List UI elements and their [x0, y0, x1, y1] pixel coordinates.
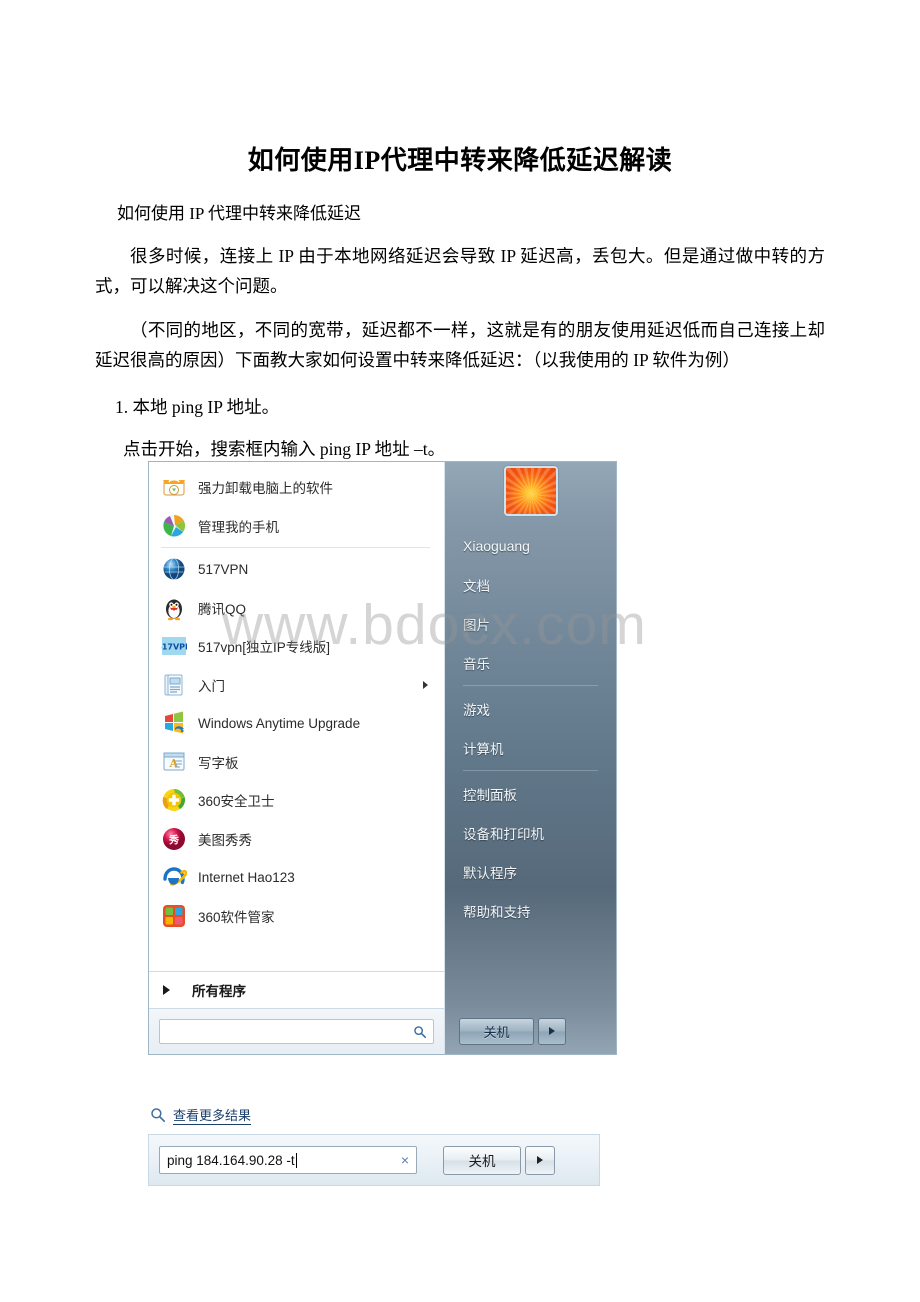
- getting-started-icon: [161, 672, 187, 698]
- program-item-getting-started[interactable]: 入门: [153, 666, 440, 705]
- chevron-right-icon: [163, 985, 170, 995]
- right-panel-divider: [463, 685, 598, 686]
- program-item-qq[interactable]: 腾讯QQ: [153, 589, 440, 628]
- step-1-heading: 1. 本地 ping IP 地址。: [115, 397, 280, 418]
- chevron-right-icon: [537, 1156, 543, 1164]
- step-1-detail: 点击开始，搜索框内输入 ping IP 地址 –t。: [123, 439, 446, 460]
- paragraph-1: 很多时候，连接上 IP 由于本地网络延迟会导致 IP 延迟高，丢包大。但是通过做…: [95, 245, 825, 296]
- shutdown-options-button[interactable]: [525, 1145, 555, 1175]
- document-subtitle: 如何使用 IP 代理中转来降低延迟: [117, 204, 361, 224]
- 517vpn-icon: 517VPN: [161, 633, 187, 659]
- program-item-phone-manager[interactable]: 管理我的手机: [153, 507, 440, 546]
- right-item-music[interactable]: 音乐: [463, 643, 616, 682]
- page-title: 如何使用IP代理中转来降低延迟解读: [247, 146, 673, 175]
- qq-penguin-icon: [161, 595, 187, 621]
- program-list: 强力卸载电脑上的软件 管理我的手机 517VPN 腾讯QQ 17VP 517vp…: [149, 462, 444, 971]
- shutdown-button[interactable]: 关机: [443, 1145, 521, 1175]
- program-item-517vpn[interactable]: 517VPN: [153, 550, 440, 589]
- program-item-meitu[interactable]: 秀 美图秀秀: [153, 820, 440, 859]
- right-item-devices-printers[interactable]: 设备和打印机: [463, 813, 616, 852]
- program-item-label: 517VPN: [198, 561, 249, 577]
- taskbar-search-strip: ping 184.164.90.28 -t × 关机: [148, 1134, 600, 1186]
- program-item-360-safe[interactable]: 360安全卫士: [153, 781, 440, 820]
- right-item-documents[interactable]: 文档: [463, 565, 616, 604]
- right-item-help-support[interactable]: 帮助和支持: [463, 891, 616, 930]
- program-item-label: 517vpn[独立IP专线版]: [198, 640, 331, 656]
- program-list-divider: [161, 547, 430, 548]
- program-item-wordpad[interactable]: A 写字板: [153, 743, 440, 782]
- right-panel-list: Xiaoguang 文档 图片 音乐 游戏 计算机 控制面板 设备和打印机 默认…: [445, 526, 616, 1008]
- program-item-uninstall[interactable]: 强力卸载电脑上的软件: [153, 468, 440, 507]
- program-item-label: 腾讯QQ: [198, 601, 247, 617]
- right-item-control-panel[interactable]: 控制面板: [463, 774, 616, 813]
- program-item-517vpn-dedicated[interactable]: 517VPN 517vpn[独立IP专线版]: [153, 627, 440, 666]
- right-panel-divider: [463, 770, 598, 771]
- start-menu-right-panel: Xiaoguang 文档 图片 音乐 游戏 计算机 控制面板 设备和打印机 默认…: [445, 462, 616, 1054]
- shutdown-options-button[interactable]: [538, 1017, 566, 1045]
- user-name[interactable]: Xiaoguang: [463, 526, 616, 565]
- internet-explorer-icon: [161, 864, 187, 890]
- svg-text:517VPN: 517VPN: [161, 643, 187, 652]
- wordpad-icon: A: [161, 749, 187, 775]
- program-item-label: 入门: [198, 678, 225, 694]
- search-icon: [150, 1107, 166, 1123]
- right-item-games[interactable]: 游戏: [463, 689, 616, 728]
- program-item-label: 强力卸载电脑上的软件: [198, 481, 333, 497]
- text-caret: [295, 1152, 297, 1168]
- page-root: 如何使用IP代理中转来降低延迟解读 如何使用 IP 代理中转来降低延迟 很多时候…: [0, 0, 920, 1302]
- search-icon: [413, 1025, 427, 1039]
- right-item-computer[interactable]: 计算机: [463, 728, 616, 767]
- chevron-right-icon: [423, 680, 428, 689]
- shutdown-button[interactable]: 关机: [459, 1017, 534, 1045]
- program-item-label: Windows Anytime Upgrade: [198, 715, 361, 731]
- phone-manager-icon: [161, 513, 187, 539]
- program-item-windows-anytime-upgrade[interactable]: Windows Anytime Upgrade: [153, 704, 440, 743]
- avatar[interactable]: [503, 466, 558, 516]
- program-item-360-software-manager[interactable]: 360软件管家: [153, 897, 440, 936]
- see-more-results-label: 查看更多结果: [173, 1105, 252, 1125]
- 360-safe-icon: [161, 787, 187, 813]
- 360-software-manager-icon: [161, 903, 187, 929]
- all-programs-button[interactable]: 所有程序: [149, 971, 444, 1008]
- all-programs-label: 所有程序: [192, 984, 246, 999]
- close-icon[interactable]: ×: [401, 1152, 409, 1168]
- program-item-label: Internet Hao123: [198, 869, 295, 885]
- ping-command-search-box[interactable]: ping 184.164.90.28 -t ×: [159, 1146, 417, 1174]
- see-more-results-link[interactable]: 查看更多结果: [150, 1105, 252, 1125]
- start-menu-screenshot: 强力卸载电脑上的软件 管理我的手机 517VPN 腾讯QQ 17VP 517vp…: [148, 461, 617, 1055]
- svg-text:秀: 秀: [168, 833, 179, 846]
- globe-icon: [161, 556, 187, 582]
- program-item-label: 360软件管家: [198, 909, 275, 925]
- start-menu-left-panel: 强力卸载电脑上的软件 管理我的手机 517VPN 腾讯QQ 17VP 517vp…: [149, 462, 445, 1054]
- program-item-label: 美图秀秀: [198, 832, 252, 848]
- program-item-internet-hao123[interactable]: Internet Hao123: [153, 858, 440, 897]
- paragraph-2: （不同的地区，不同的宽带，延迟都不一样，这就是有的朋友使用延迟低而自己连接上却延…: [95, 320, 825, 371]
- start-menu-search-area: [149, 1008, 444, 1054]
- program-item-label: 写字板: [198, 755, 239, 771]
- chevron-right-icon: [549, 1027, 555, 1035]
- meitu-icon: 秀: [161, 826, 187, 852]
- program-item-label: 管理我的手机: [198, 519, 279, 535]
- right-item-default-programs[interactable]: 默认程序: [463, 852, 616, 891]
- document-body: 如何使用IP代理中转来降低延迟解读 如何使用 IP 代理中转来降低延迟 很多时候…: [95, 0, 825, 463]
- ping-command-value: ping 184.164.90.28 -t: [167, 1152, 297, 1168]
- program-item-label: 360安全卫士: [198, 794, 275, 810]
- start-menu-search-box[interactable]: [159, 1019, 434, 1044]
- right-item-pictures[interactable]: 图片: [463, 604, 616, 643]
- search-input[interactable]: [166, 1023, 413, 1040]
- uninstall-icon: [161, 474, 187, 500]
- shutdown-area: 关机: [445, 1008, 616, 1054]
- windows-flag-icon: [161, 710, 187, 736]
